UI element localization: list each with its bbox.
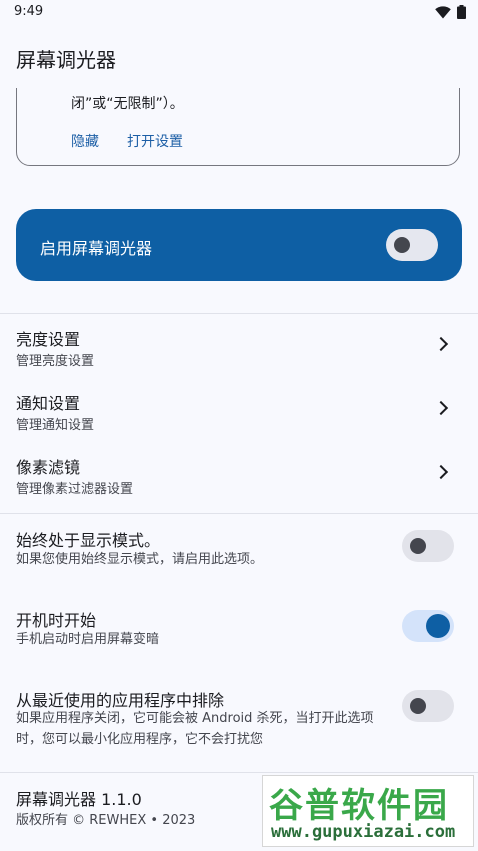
hide-button[interactable]: 隐藏: [71, 131, 99, 151]
switch-thumb: [410, 538, 426, 554]
item-title: 像素滤镜: [16, 458, 81, 477]
item-subtitle: 如果应用程序关闭，它可能会被 Android 杀死，当打开此选项时，您可以最小化…: [16, 711, 374, 747]
chevron-right-icon: [433, 464, 449, 480]
exclude-from-recents-item[interactable]: 从最近使用的应用程序中排除 如果应用程序关闭，它可能会被 Android 杀死，…: [0, 673, 478, 763]
item-subtitle: 管理像素过滤器设置: [16, 482, 134, 497]
watermark-logo: 谷普软件园 www.gupuxiazai.com: [262, 775, 474, 847]
item-title: 始终处于显示模式。: [16, 531, 161, 550]
item-title: 开机时开始: [16, 611, 97, 630]
item-subtitle: 如果您使用始终显示模式，请启用此选项。: [16, 552, 264, 567]
chevron-right-icon: [433, 400, 449, 416]
always-on-display-switch[interactable]: [402, 530, 454, 562]
page-title: 屏幕调光器: [16, 48, 116, 72]
status-icons: [435, 5, 466, 19]
always-on-display-item[interactable]: 始终处于显示模式。 如果您使用始终显示模式，请启用此选项。: [0, 513, 478, 585]
watermark-logo-text: 谷普软件园: [269, 786, 449, 826]
chevron-right-icon: [433, 336, 449, 352]
app-bar: 屏幕调光器: [0, 24, 478, 88]
switch-thumb: [410, 698, 426, 714]
item-title: 通知设置: [16, 394, 81, 413]
start-on-boot-item[interactable]: 开机时开始 手机启动时启用屏幕变暗: [0, 593, 478, 665]
wifi-icon: [435, 5, 451, 18]
item-title: 亮度设置: [16, 330, 81, 349]
status-time: 9:49: [14, 4, 44, 19]
start-on-boot-switch[interactable]: [402, 610, 454, 642]
enable-dimmer-label: 启用屏幕调光器: [40, 239, 153, 258]
item-subtitle: 手机启动时启用屏幕变暗: [16, 632, 160, 647]
notification-settings-item[interactable]: 通知设置 管理通知设置: [0, 377, 478, 441]
switch-thumb: [426, 614, 450, 638]
switch-thumb: [394, 237, 410, 253]
brightness-settings-item[interactable]: 亮度设置 管理亮度设置: [0, 313, 478, 377]
app-version: 屏幕调光器 1.1.0: [16, 790, 142, 809]
exclude-from-recents-switch[interactable]: [402, 690, 454, 722]
enable-dimmer-switch[interactable]: [386, 229, 438, 261]
item-subtitle: 管理通知设置: [16, 418, 95, 433]
status-bar: 9:49: [0, 0, 478, 24]
divider: [0, 772, 478, 773]
pixel-filter-item[interactable]: 像素滤镜 管理像素过滤器设置: [0, 441, 478, 505]
open-settings-button[interactable]: 打开设置: [127, 131, 183, 151]
watermark-url: www.gupuxiazai.com: [271, 822, 456, 842]
item-subtitle: 管理亮度设置: [16, 354, 95, 369]
permission-actions: 隐藏 打开设置: [71, 131, 183, 151]
enable-dimmer-card[interactable]: 启用屏幕调光器: [16, 209, 462, 281]
battery-icon: [457, 5, 466, 19]
permission-text: 闭”或“无限制”）。: [71, 96, 184, 112]
copyright-text: 版权所有 © REWHEX • 2023: [16, 813, 196, 828]
